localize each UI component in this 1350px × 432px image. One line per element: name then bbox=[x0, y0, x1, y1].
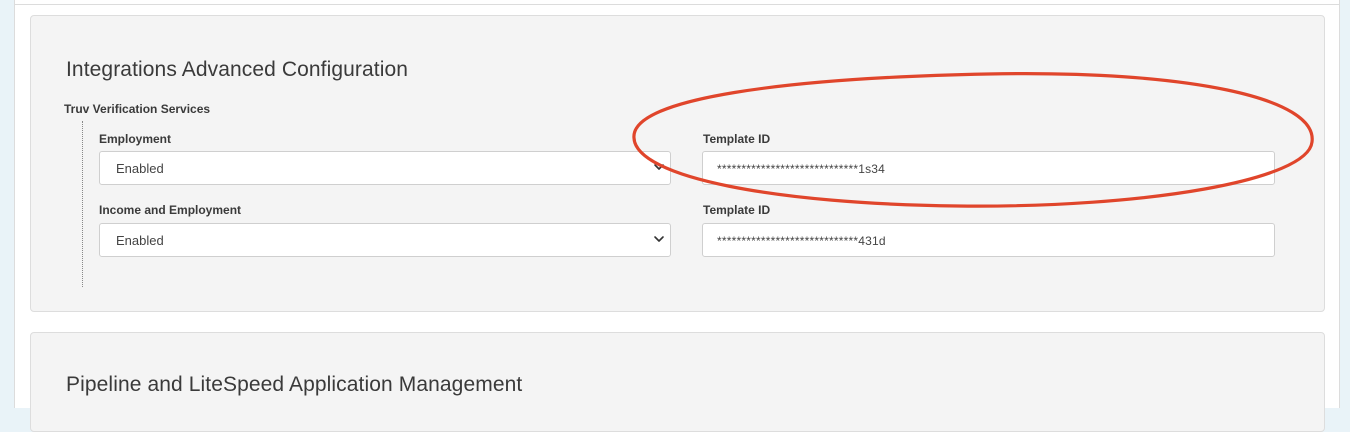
section-tree-line bbox=[82, 121, 83, 287]
employment-select-value: Enabled bbox=[116, 161, 164, 176]
truv-verification-services-label: Truv Verification Services bbox=[64, 102, 211, 116]
employment-template-id-label: Template ID bbox=[703, 132, 771, 146]
income-template-id-label: Template ID bbox=[703, 203, 771, 217]
integrations-advanced-configuration-card: Integrations Advanced Configuration Truv… bbox=[30, 15, 1325, 312]
employment-template-id-input[interactable]: *****************************1s34 bbox=[702, 151, 1275, 185]
income-template-id-input[interactable]: *****************************431d bbox=[702, 223, 1275, 257]
income-and-employment-label: Income and Employment bbox=[99, 203, 242, 217]
employment-select[interactable]: Enabled bbox=[99, 151, 671, 185]
employment-template-id-value: *****************************1s34 bbox=[717, 162, 886, 176]
pipeline-litespeed-management-card: Pipeline and LiteSpeed Application Manag… bbox=[30, 332, 1325, 432]
integrations-card-title: Integrations Advanced Configuration bbox=[66, 58, 409, 81]
income-and-employment-select[interactable]: Enabled bbox=[99, 223, 671, 257]
pipeline-card-title: Pipeline and LiteSpeed Application Manag… bbox=[66, 373, 523, 396]
income-and-employment-select-value: Enabled bbox=[116, 233, 164, 248]
employment-label: Employment bbox=[99, 132, 172, 146]
income-template-id-value: *****************************431d bbox=[717, 234, 886, 248]
chevron-down-icon bbox=[654, 164, 664, 170]
chevron-down-icon bbox=[654, 236, 664, 242]
